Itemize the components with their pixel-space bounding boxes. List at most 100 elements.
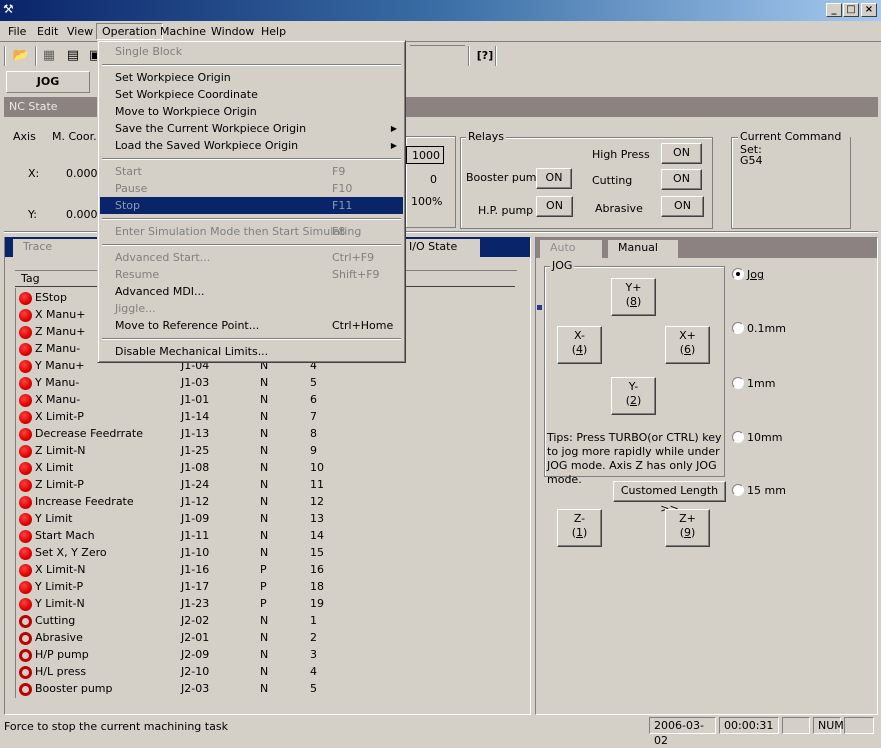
submenu-arrow-icon: ▶ <box>390 124 397 133</box>
menu-item-single-block[interactable]: Single Block <box>100 43 403 60</box>
io-row[interactable]: X Manu- J1-01 N 6 <box>18 392 338 409</box>
tab-io-state[interactable]: I/O State <box>405 239 480 257</box>
io-row[interactable]: Y Manu- J1-03 N 5 <box>18 375 338 392</box>
menu-item-load-the-saved-workpiece-origin[interactable]: Load the Saved Workpiece Origin ▶ <box>100 137 403 154</box>
menu-item-set-workpiece-origin[interactable]: Set Workpiece Origin <box>100 69 403 86</box>
menu-help[interactable]: Help <box>256 24 291 41</box>
menu-item-move-to-reference-point[interactable]: Move to Reference Point... Ctrl+Home <box>100 317 403 334</box>
menu-item-save-the-current-workpiece-origin[interactable]: Save the Current Workpiece Origin ▶ <box>100 120 403 137</box>
io-row[interactable]: H/L press J2-10 N 4 <box>18 664 338 681</box>
menu-view[interactable]: View <box>62 24 98 41</box>
tab-auto[interactable]: Auto <box>540 240 602 258</box>
menu-separator <box>102 338 401 340</box>
jog-x-plus-key: (6) <box>679 343 696 356</box>
io-number: 13 <box>310 512 324 525</box>
menu-item-enter-simulation-mode-then-start-simulating[interactable]: Enter Simulation Mode then Start Simulat… <box>100 223 403 240</box>
relay-booster-pump-label: Booster pump <box>466 171 544 184</box>
y-axis-label: Y: <box>28 208 37 221</box>
io-tag: EStop <box>35 291 67 304</box>
io-row[interactable]: H/P pump J2-09 N 3 <box>18 647 338 664</box>
status-on-icon <box>19 496 32 509</box>
menu-item-label: Advanced MDI... <box>115 285 205 298</box>
menu-item-label: Start <box>115 165 142 178</box>
jog-y-minus-button[interactable]: Y- (2) <box>611 377 656 415</box>
io-type: P <box>260 597 267 610</box>
relay-cutting-button[interactable]: ON <box>661 169 702 190</box>
menu-item-advanced-start[interactable]: Advanced Start... Ctrl+F9 <box>100 249 403 266</box>
open-folder-icon[interactable]: 📂 <box>10 46 32 66</box>
menu-machine[interactable]: Machine <box>155 24 211 41</box>
io-row[interactable]: Increase Feedrate J1-12 N 12 <box>18 494 338 511</box>
menu-edit[interactable]: Edit <box>32 24 63 41</box>
menu-item-shortcut: Ctrl+Home <box>332 319 394 332</box>
edit-program-icon[interactable]: ▦ <box>38 46 60 66</box>
relay-booster-pump-button[interactable]: ON <box>536 168 572 189</box>
jog-y-minus-label: Y- <box>628 380 639 393</box>
relay-abrasive-button[interactable]: ON <box>661 196 704 217</box>
jog-y-plus-button[interactable]: Y+ (8) <box>611 278 656 316</box>
io-row[interactable]: Y Limit-P J1-17 P 18 <box>18 579 338 596</box>
io-tag: Cutting <box>35 614 76 627</box>
io-row[interactable]: Z Limit-P J1-24 N 11 <box>18 477 338 494</box>
close-button[interactable]: × <box>861 3 877 17</box>
jog-y-plus-label: Y+ <box>625 281 642 294</box>
jog-z-minus-key: (1) <box>571 526 588 539</box>
io-pin: J1-16 <box>181 563 210 576</box>
axis-label: Axis <box>13 130 36 143</box>
menu-item-stop[interactable]: Stop F11 <box>100 197 403 214</box>
radio-checked-icon <box>732 268 744 280</box>
io-row[interactable]: Y Limit-N J1-23 P 19 <box>18 596 338 613</box>
jog-z-plus-label: Z+ <box>679 512 696 525</box>
menu-file[interactable]: File <box>3 24 31 41</box>
relay-hp-pump-button[interactable]: ON <box>536 196 573 217</box>
io-row[interactable]: Abrasive J2-01 N 2 <box>18 630 338 647</box>
maximize-button[interactable]: □ <box>843 3 859 17</box>
minimize-button[interactable]: _ <box>826 3 842 17</box>
io-row[interactable]: Booster pump J2-03 N 5 <box>18 681 338 698</box>
status-on-icon <box>19 360 32 373</box>
view-text-icon[interactable]: ▤ <box>62 46 84 66</box>
io-number: 8 <box>310 427 317 440</box>
jog-z-minus-button[interactable]: Z- (1) <box>557 509 602 547</box>
menu-item-disable-mechanical-limits[interactable]: Disable Mechanical Limits... <box>100 343 403 360</box>
menu-operation[interactable]: Operation <box>96 23 163 40</box>
menu-item-move-to-workpiece-origin[interactable]: Move to Workpiece Origin <box>100 103 403 120</box>
relays-label: Relays <box>466 130 506 143</box>
menu-item-resume[interactable]: Resume Shift+F9 <box>100 266 403 283</box>
io-tag: X Manu+ <box>35 308 86 321</box>
menu-item-label: Move to Workpiece Origin <box>115 105 257 118</box>
menu-item-label: Enter Simulation Mode then Start Simulat… <box>115 225 362 238</box>
io-row[interactable]: Cutting J2-02 N 1 <box>18 613 338 630</box>
relay-high-press-button[interactable]: ON <box>661 143 702 164</box>
menu-item-set-workpiece-coordinate[interactable]: Set Workpiece Coordinate <box>100 86 403 103</box>
io-row[interactable]: X Limit-N J1-16 P 16 <box>18 562 338 579</box>
io-row[interactable]: Start Mach J1-11 N 14 <box>18 528 338 545</box>
menu-item-jiggle[interactable]: Jiggle... <box>100 300 403 317</box>
status-caps <box>782 717 810 734</box>
io-row[interactable]: Decrease Feedrrate J1-13 N 8 <box>18 426 338 443</box>
tab-trace[interactable]: Trace <box>13 239 97 257</box>
jog-x-minus-button[interactable]: X- (4) <box>557 326 602 364</box>
override-value: 100% <box>411 195 443 208</box>
menu-item-advanced-mdi[interactable]: Advanced MDI... <box>100 283 403 300</box>
io-number: 4 <box>310 665 317 678</box>
menu-item-label: Advanced Start... <box>115 251 211 264</box>
menu-item-start[interactable]: Start F9 <box>100 163 403 180</box>
status-message: Force to stop the current machining task <box>4 720 228 733</box>
io-tag: Increase Feedrate <box>35 495 134 508</box>
jog-mode-button[interactable]: JOG <box>6 71 90 93</box>
jog-z-plus-button[interactable]: Z+ (9) <box>665 509 710 547</box>
io-pin: J2-09 <box>181 648 210 661</box>
io-type: N <box>260 682 269 695</box>
menu-item-pause[interactable]: Pause F10 <box>100 180 403 197</box>
io-row[interactable]: X Limit-P J1-14 N 7 <box>18 409 338 426</box>
io-row[interactable]: X Limit J1-08 N 10 <box>18 460 338 477</box>
io-row[interactable]: Y Limit J1-09 N 13 <box>18 511 338 528</box>
help-icon[interactable]: [?] <box>474 46 496 66</box>
jog-x-plus-button[interactable]: X+ (6) <box>665 326 710 364</box>
customed-length-button[interactable]: Customed Length >> <box>613 481 726 515</box>
menu-window[interactable]: Window <box>206 24 259 41</box>
io-row[interactable]: Set X, Y Zero J1-10 N 15 <box>18 545 338 562</box>
io-row[interactable]: Z Limit-N J1-25 N 9 <box>18 443 338 460</box>
tab-manual[interactable]: Manual <box>608 240 678 258</box>
